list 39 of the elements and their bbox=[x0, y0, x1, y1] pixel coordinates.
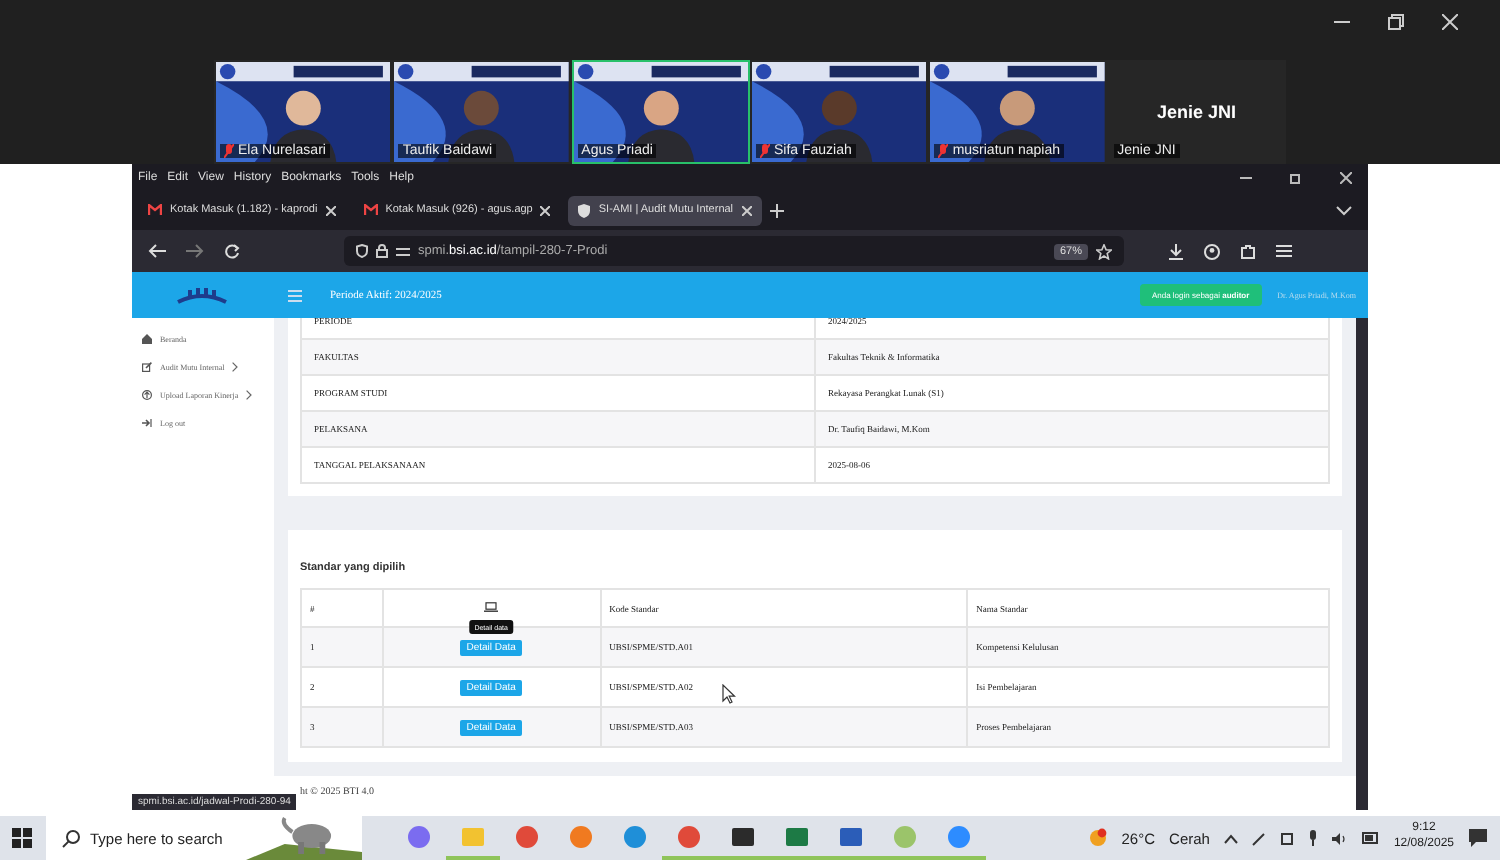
plus-icon[interactable] bbox=[769, 203, 784, 217]
speaker-icon[interactable] bbox=[1331, 831, 1348, 845]
download-icon[interactable] bbox=[1168, 243, 1184, 259]
participant-name: Jenie JNI bbox=[1157, 102, 1237, 122]
battery-icon[interactable] bbox=[1361, 832, 1380, 844]
restore-icon[interactable] bbox=[1290, 171, 1302, 183]
account-icon[interactable] bbox=[1204, 243, 1220, 259]
lock-icon bbox=[376, 244, 388, 258]
mail-icon bbox=[148, 204, 162, 216]
close-icon[interactable] bbox=[1442, 14, 1458, 30]
close-icon[interactable] bbox=[741, 205, 752, 215]
start-icon[interactable] bbox=[12, 828, 32, 848]
close-icon[interactable] bbox=[1340, 171, 1352, 183]
chevron-down-icon[interactable] bbox=[1336, 205, 1352, 215]
logout-icon bbox=[142, 418, 152, 428]
menu-icon[interactable] bbox=[1276, 244, 1292, 258]
reload-icon[interactable] bbox=[224, 243, 240, 259]
edit-icon bbox=[142, 362, 152, 372]
laptop-icon bbox=[484, 602, 499, 612]
restore-icon[interactable] bbox=[1388, 14, 1404, 30]
mouse-cursor-icon bbox=[722, 684, 736, 704]
minimize-icon[interactable] bbox=[1240, 171, 1252, 183]
close-icon[interactable] bbox=[540, 205, 551, 215]
mail-icon bbox=[363, 204, 378, 216]
pen-icon[interactable] bbox=[1251, 831, 1266, 845]
microphone-icon[interactable] bbox=[1307, 830, 1318, 846]
back-icon[interactable] bbox=[148, 244, 166, 258]
search-icon bbox=[62, 829, 80, 847]
forward-icon[interactable] bbox=[186, 244, 204, 258]
home-icon bbox=[142, 334, 152, 344]
weather-icon bbox=[1087, 828, 1108, 848]
upload-icon bbox=[142, 390, 152, 400]
chevron-up-icon[interactable] bbox=[1223, 833, 1238, 843]
notification-icon[interactable] bbox=[1468, 828, 1488, 848]
star-icon[interactable] bbox=[1096, 243, 1112, 259]
close-icon[interactable] bbox=[325, 205, 336, 215]
shield-icon bbox=[356, 244, 368, 258]
shield-icon bbox=[578, 203, 591, 217]
logo-icon bbox=[176, 285, 228, 305]
